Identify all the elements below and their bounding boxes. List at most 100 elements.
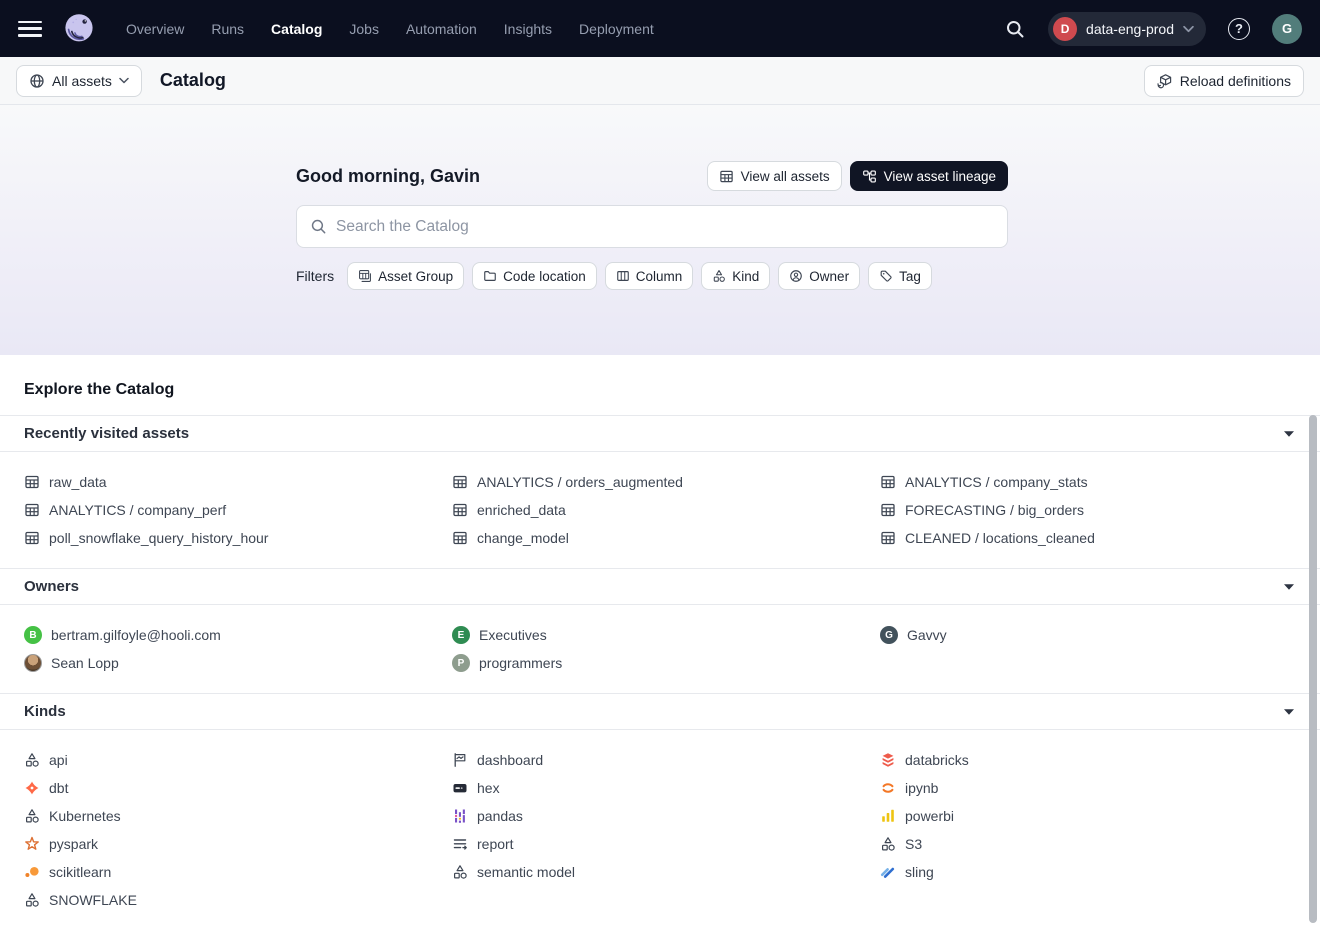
kind-icon (712, 269, 726, 283)
kind-link[interactable]: pandas (452, 802, 880, 830)
search-button[interactable] (998, 12, 1032, 46)
filter-asset-group[interactable]: Asset Group (347, 262, 464, 290)
kind-link[interactable]: pyspark (24, 830, 452, 858)
vertical-scrollbar[interactable] (1309, 415, 1317, 923)
globe-icon (29, 73, 45, 89)
asset-scope-label: All assets (52, 73, 112, 89)
view-all-assets-button[interactable]: View all assets (707, 161, 842, 191)
asset-scope-selector[interactable]: All assets (16, 65, 142, 97)
filter-owner[interactable]: Owner (778, 262, 860, 290)
owner-avatar-photo (24, 654, 42, 672)
nav-catalog[interactable]: Catalog (271, 21, 322, 37)
deployment-name: data-eng-prod (1086, 21, 1174, 37)
kind-link[interactable]: databricks (880, 746, 1308, 774)
asset-group-icon (358, 269, 372, 283)
explore-section: Explore the Catalog Recently visited ass… (0, 355, 1320, 930)
catalog-hero: Good morning, Gavin View all assets (0, 105, 1320, 355)
section-title: Kinds (24, 703, 66, 720)
kind-link[interactable]: SNOWFLAKE (24, 886, 452, 914)
section-header-recent[interactable]: Recently visited assets (0, 415, 1320, 452)
kind-link[interactable]: dbt (24, 774, 452, 802)
nav-insights[interactable]: Insights (504, 21, 552, 37)
owner-avatar: G (880, 626, 898, 644)
column-icon (616, 269, 630, 283)
kind-generic-icon (24, 892, 40, 908)
view-asset-lineage-button[interactable]: View asset lineage (850, 161, 1008, 191)
kind-link[interactable]: report (452, 830, 880, 858)
help-button[interactable]: ? (1222, 12, 1256, 46)
table-icon (24, 530, 40, 546)
asset-link[interactable]: poll_snowflake_query_history_hour (24, 524, 452, 552)
owner-link[interactable]: G Gavvy (880, 621, 1308, 649)
filters-label: Filters (296, 268, 334, 284)
view-all-assets-label: View all assets (741, 169, 830, 184)
asset-link[interactable]: raw_data (24, 468, 452, 496)
pandas-icon (452, 808, 468, 824)
kind-generic-icon (880, 836, 896, 852)
user-avatar[interactable]: G (1272, 14, 1302, 44)
kind-link[interactable]: api (24, 746, 452, 774)
view-asset-lineage-label: View asset lineage (884, 169, 996, 184)
asset-link[interactable]: change_model (452, 524, 880, 552)
recent-assets-list: raw_data ANALYTICS / company_perf poll_s… (0, 452, 1320, 568)
table-icon (880, 474, 896, 490)
asset-link[interactable]: ANALYTICS / company_stats (880, 468, 1308, 496)
kind-generic-icon (24, 808, 40, 824)
explore-heading: Explore the Catalog (0, 355, 1320, 415)
kind-link[interactable]: S3 (880, 830, 1308, 858)
kinds-list: api dbt Kubernetes pyspark scikitlearn S… (0, 730, 1320, 930)
hamburger-menu-icon[interactable] (18, 21, 42, 37)
dbt-icon (24, 780, 40, 796)
filter-code-location[interactable]: Code location (472, 262, 597, 290)
asset-link[interactable]: enriched_data (452, 496, 880, 524)
sling-icon (880, 864, 896, 880)
collapse-chevron-icon (1284, 584, 1294, 590)
table-icon (24, 502, 40, 518)
catalog-search-box (296, 205, 1008, 248)
filter-tag[interactable]: Tag (868, 262, 932, 290)
help-icon: ? (1228, 18, 1250, 40)
filter-label: Owner (809, 269, 849, 284)
kind-link[interactable]: Kubernetes (24, 802, 452, 830)
catalog-search-input[interactable] (336, 218, 994, 236)
chevron-down-icon (119, 77, 129, 84)
nav-jobs[interactable]: Jobs (349, 21, 379, 37)
kind-link[interactable]: semantic model (452, 858, 880, 886)
kind-link[interactable]: ipynb (880, 774, 1308, 802)
chevron-down-icon (1183, 25, 1194, 33)
deployment-switcher[interactable]: D data-eng-prod (1048, 12, 1206, 46)
asset-link[interactable]: ANALYTICS / orders_augmented (452, 468, 880, 496)
kind-generic-icon (24, 752, 40, 768)
owner-link[interactable]: Sean Lopp (24, 649, 452, 677)
asset-link[interactable]: ANALYTICS / company_perf (24, 496, 452, 524)
deployment-badge: D (1053, 17, 1077, 41)
owners-list: B bertram.gilfoyle@hooli.com Sean Lopp E… (0, 605, 1320, 693)
nav-overview[interactable]: Overview (126, 21, 184, 37)
asset-link[interactable]: CLEANED / locations_cleaned (880, 524, 1308, 552)
kind-link[interactable]: dashboard (452, 746, 880, 774)
section-header-owners[interactable]: Owners (0, 568, 1320, 605)
kind-link[interactable]: scikitlearn (24, 858, 452, 886)
owner-link[interactable]: B bertram.gilfoyle@hooli.com (24, 621, 452, 649)
kind-link[interactable]: sling (880, 858, 1308, 886)
kind-generic-icon (452, 864, 468, 880)
nav-runs[interactable]: Runs (211, 21, 244, 37)
kind-link[interactable]: powerbi (880, 802, 1308, 830)
section-header-kinds[interactable]: Kinds (0, 693, 1320, 730)
filter-kind[interactable]: Kind (701, 262, 770, 290)
owner-link[interactable]: E Executives (452, 621, 880, 649)
scikitlearn-icon (24, 864, 40, 880)
filter-column[interactable]: Column (605, 262, 694, 290)
filter-label: Kind (732, 269, 759, 284)
nav-deployment[interactable]: Deployment (579, 21, 654, 37)
catalog-toolbar: All assets Catalog Reload definitions (0, 57, 1320, 105)
reload-definitions-icon (1157, 73, 1173, 89)
main-nav: Overview Runs Catalog Jobs Automation In… (126, 21, 654, 37)
dagster-logo-icon[interactable] (60, 10, 98, 48)
reload-definitions-label: Reload definitions (1180, 73, 1291, 89)
nav-automation[interactable]: Automation (406, 21, 477, 37)
asset-link[interactable]: FORECASTING / big_orders (880, 496, 1308, 524)
owner-link[interactable]: P programmers (452, 649, 880, 677)
reload-definitions-button[interactable]: Reload definitions (1144, 65, 1304, 97)
kind-link[interactable]: hex (452, 774, 880, 802)
